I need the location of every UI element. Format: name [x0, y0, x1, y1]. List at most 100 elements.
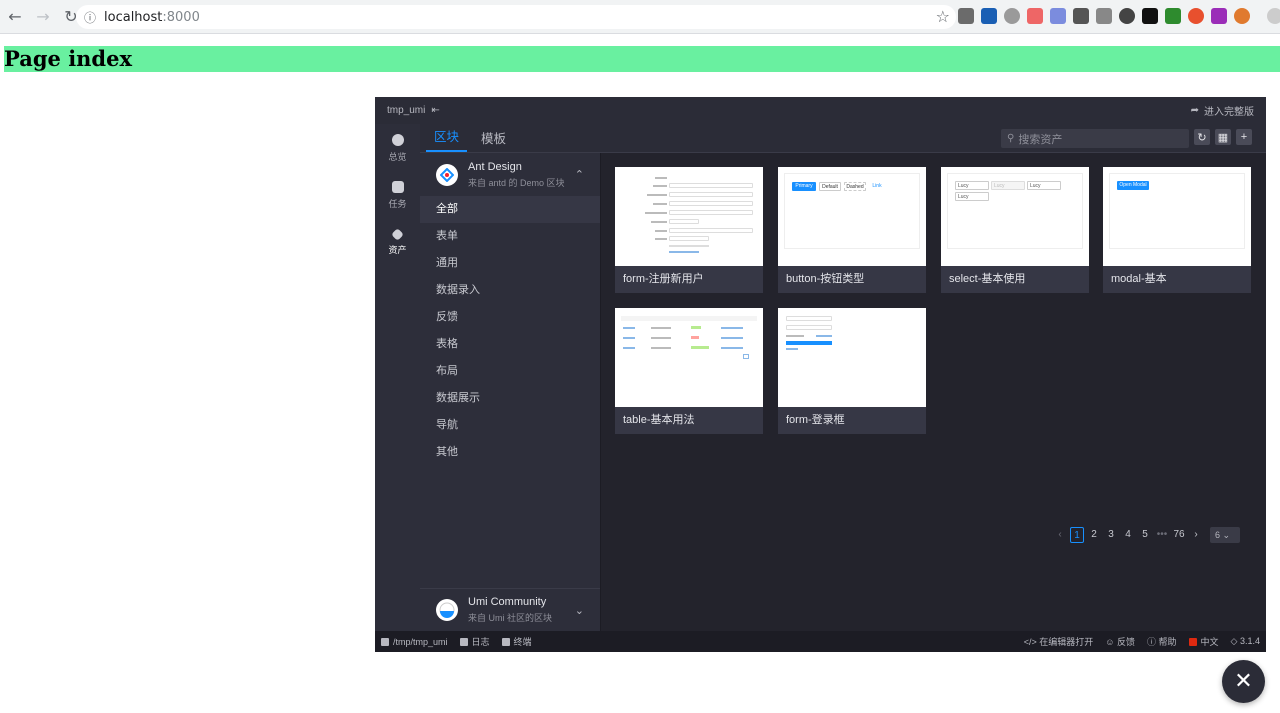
block-card[interactable]: Open Modal modal-基本: [1103, 167, 1251, 293]
nav-tasks[interactable]: 任务: [375, 173, 420, 218]
nav-label: 总览: [388, 152, 407, 162]
category-item[interactable]: 数据录入: [420, 277, 600, 304]
page-item[interactable]: 5: [1138, 527, 1152, 543]
enter-full-link[interactable]: ➦ 进入完整版: [1191, 103, 1254, 118]
project-name[interactable]: tmp_umi: [387, 105, 425, 116]
category-item[interactable]: 反馈: [420, 304, 600, 331]
umi-logo-icon: [436, 599, 458, 621]
block-card[interactable]: form-注册新用户: [615, 167, 763, 293]
pagination: ‹ 1 2 3 4 5 ••• 76 › 6 ⌄: [1053, 527, 1240, 543]
feedback-button[interactable]: ☺ 反馈: [1105, 635, 1135, 648]
category-item[interactable]: 导航: [420, 412, 600, 439]
category-item[interactable]: 通用: [420, 250, 600, 277]
prev-page-icon[interactable]: ‹: [1053, 527, 1067, 543]
extension-image-icon[interactable]: [1050, 8, 1066, 24]
code-icon: </>: [1023, 637, 1040, 647]
add-button[interactable]: +: [1236, 129, 1252, 145]
next-page-icon[interactable]: ›: [1189, 527, 1203, 543]
extension-cookie-icon[interactable]: [1234, 8, 1250, 24]
refresh-button[interactable]: ↻: [1194, 129, 1210, 145]
page-size-select[interactable]: 6 ⌄: [1210, 527, 1240, 543]
library-name: Ant Design: [468, 160, 522, 173]
category-item[interactable]: 数据展示: [420, 385, 600, 412]
library-name: Umi Community: [468, 596, 547, 608]
exit-icon[interactable]: ⇤: [431, 105, 439, 116]
bookmark-star-icon[interactable]: ☆: [936, 7, 950, 26]
category-item[interactable]: 表格: [420, 331, 600, 358]
language-button[interactable]: 中文: [1188, 635, 1219, 648]
extension-v-icon[interactable]: [981, 8, 997, 24]
card-label: modal-基本: [1103, 266, 1251, 293]
chevron-down-icon: ⌄: [1222, 530, 1231, 540]
url-host: localhost: [104, 9, 163, 25]
page-item[interactable]: 2: [1087, 527, 1101, 543]
extension-vue-icon[interactable]: [1096, 8, 1112, 24]
extension-purple-icon[interactable]: [1211, 8, 1227, 24]
extension-translate-icon[interactable]: [1027, 8, 1043, 24]
extension-recycle-icon[interactable]: [958, 8, 974, 24]
extension-json-icon[interactable]: [1073, 8, 1089, 24]
robot-icon: ▦: [1217, 131, 1229, 144]
folder-icon: [381, 637, 389, 646]
tab-blocks[interactable]: 区块: [426, 126, 468, 152]
category-panel: Ant Design 来自 antd 的 Demo 区块 ⌃ 全部 表单 通用 …: [420, 153, 601, 631]
nav-overview[interactable]: 总览: [375, 126, 420, 171]
extension-orange-icon[interactable]: [1188, 8, 1204, 24]
chevron-up-icon[interactable]: ⌃: [575, 168, 584, 181]
category-item[interactable]: 表单: [420, 223, 600, 250]
extension-y-icon[interactable]: [1119, 8, 1135, 24]
card-preview-modal: Open Modal: [1103, 167, 1251, 266]
share-icon: ➦: [1190, 105, 1199, 116]
thumb-select: Lucy: [955, 192, 989, 201]
address-bar[interactable]: ⓘ localhost:8000 ☆: [76, 5, 956, 29]
library-umi-community[interactable]: Umi Community 来自 Umi 社区的区块 ⌄: [420, 588, 600, 631]
nav-assets[interactable]: 资产: [375, 220, 420, 265]
info-icon[interactable]: ⓘ: [84, 9, 96, 26]
block-card[interactable]: form-登录框: [778, 308, 926, 434]
log-button[interactable]: 日志: [459, 635, 490, 648]
search-input[interactable]: ⚲ 搜索资产: [1001, 129, 1189, 148]
block-card[interactable]: table-基本用法: [615, 308, 763, 434]
nav-label: 任务: [388, 199, 407, 209]
help-button[interactable]: ⓘ 帮助: [1147, 635, 1177, 648]
project-path-label: /tmp/tmp_umi: [393, 636, 448, 647]
library-ant-design[interactable]: Ant Design 来自 antd 的 Demo 区块 ⌃: [420, 153, 600, 196]
block-card[interactable]: Primary Default Dashed Link button-按钮类型: [778, 167, 926, 293]
thumb-open-modal-btn: Open Modal: [1117, 181, 1149, 190]
extension-game-icon[interactable]: [1142, 8, 1158, 24]
page-ellipsis[interactable]: •••: [1155, 527, 1169, 543]
page-item[interactable]: 4: [1121, 527, 1135, 543]
project-path[interactable]: /tmp/tmp_umi: [381, 637, 448, 647]
card-preview-table: [615, 308, 763, 407]
task-icon: [391, 181, 404, 193]
close-ui-button[interactable]: ✕: [1222, 660, 1265, 703]
category-item[interactable]: 全部: [420, 196, 600, 223]
search-placeholder: 搜索资产: [1018, 133, 1063, 146]
tab-templates[interactable]: 模板: [473, 128, 514, 152]
profile-avatar-icon[interactable]: [1267, 8, 1280, 24]
page-item[interactable]: 1: [1070, 527, 1084, 543]
forward-icon[interactable]: →: [30, 4, 56, 30]
terminal-button[interactable]: 终端: [501, 635, 532, 648]
open-editor-label: 在编辑器打开: [1039, 637, 1094, 647]
left-nav: 总览 任务 资产: [375, 124, 420, 631]
layers-icon: [391, 227, 404, 241]
thumb-dashed-btn: Dashed: [844, 182, 866, 191]
card-label: form-登录框: [778, 407, 926, 434]
card-preview-form: [615, 167, 763, 266]
open-editor-button[interactable]: </> 在编辑器打开: [1024, 635, 1094, 648]
extension-clover-icon[interactable]: [1165, 8, 1181, 24]
category-item[interactable]: 其他: [420, 439, 600, 466]
block-card[interactable]: Lucy Lucy Lucy Lucy select-基本使用: [941, 167, 1089, 293]
chevron-down-icon[interactable]: ⌄: [575, 604, 584, 617]
terminal-icon: [501, 638, 510, 646]
card-label: button-按钮类型: [778, 266, 926, 293]
browser-toolbar: ← → ↻ ⓘ localhost:8000 ☆: [0, 0, 1280, 34]
page-item[interactable]: 76: [1172, 527, 1186, 543]
back-icon[interactable]: ←: [2, 4, 28, 30]
dashboard-icon: [391, 134, 404, 146]
page-item[interactable]: 3: [1104, 527, 1118, 543]
robot-button[interactable]: ▦: [1215, 129, 1231, 145]
category-item[interactable]: 布局: [420, 358, 600, 385]
extension-circle-icon[interactable]: [1004, 8, 1020, 24]
